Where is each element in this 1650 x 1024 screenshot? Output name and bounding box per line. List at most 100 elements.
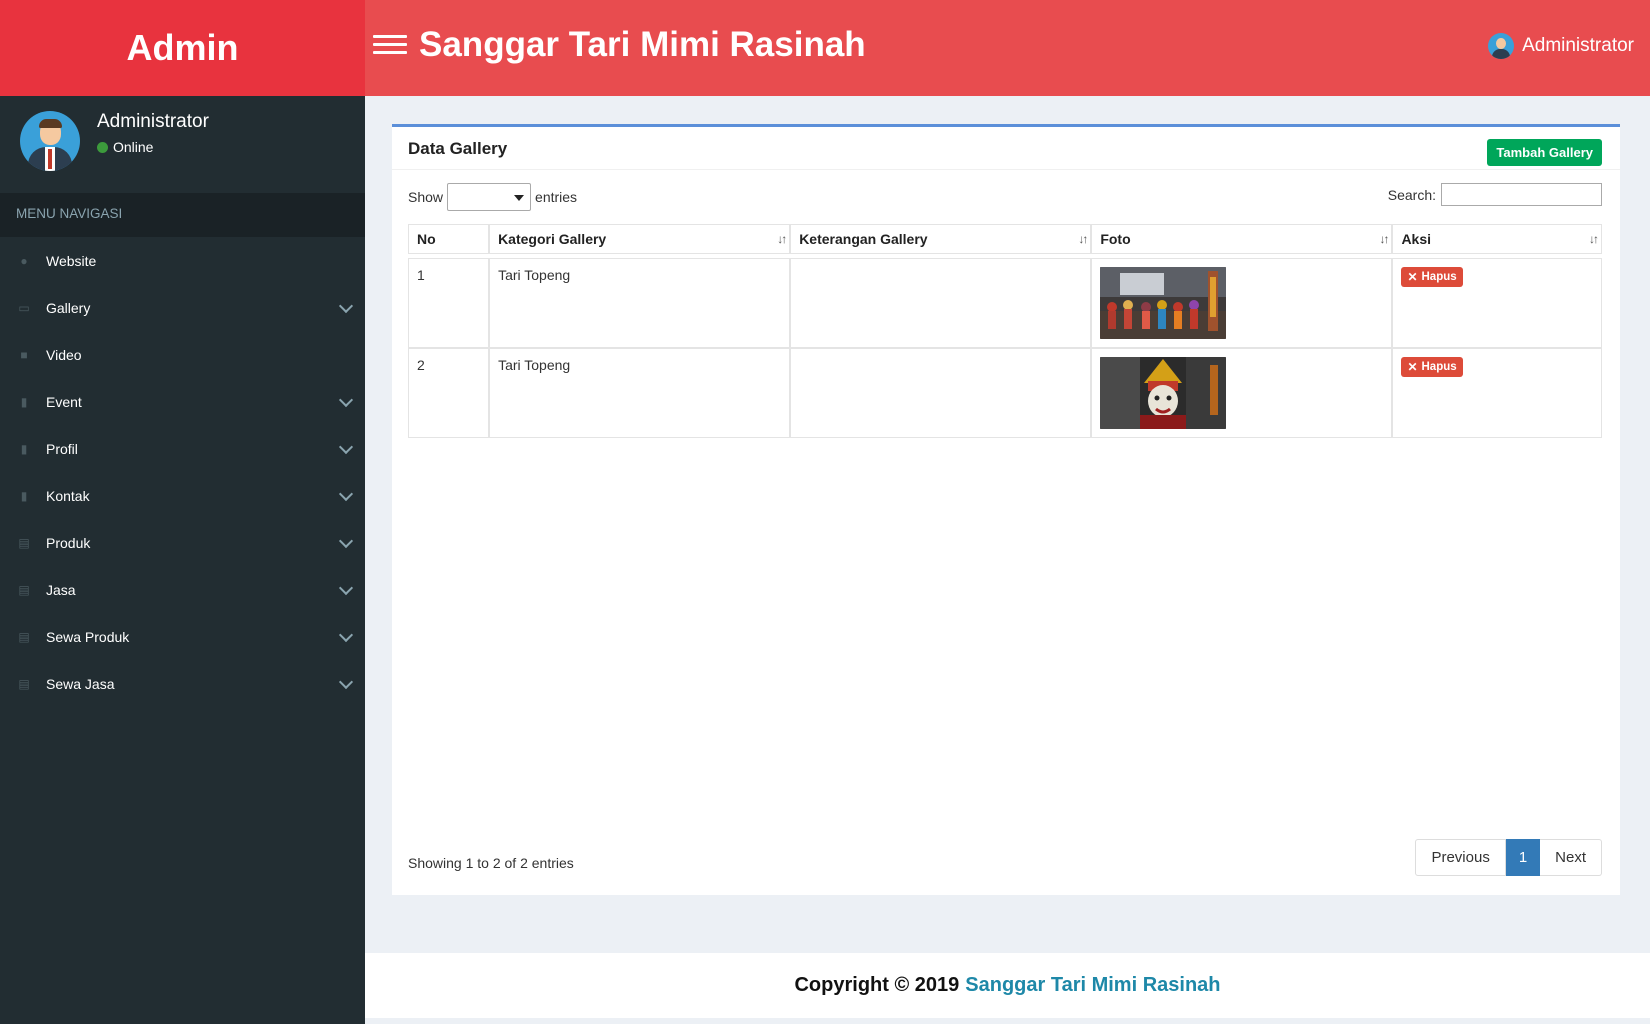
chevron-down-icon	[338, 674, 354, 690]
table-row: 2 Tari Topeng ✕ Hapus	[408, 348, 1602, 438]
table-info: Showing 1 to 2 of 2 entries	[408, 855, 574, 871]
entries-label: entries	[535, 189, 578, 205]
gallery-box: Data Gallery Tambah Gallery Show entries…	[392, 124, 1620, 895]
sort-icon: ↓↑	[1589, 232, 1599, 246]
sidebar-user-name: Administrator	[97, 111, 209, 132]
sidebar-item-sewa-jasa[interactable]: ▤ Sewa Jasa	[0, 660, 365, 707]
sort-icon: ↓↑	[1379, 232, 1389, 246]
avatar	[20, 111, 80, 171]
top-navbar: Sanggar Tari Mimi Rasinah Administrator	[365, 0, 1650, 96]
show-entries: Show entries	[408, 183, 577, 211]
sidebar-item-label: Website	[46, 252, 97, 269]
list-icon: ▤	[18, 676, 30, 691]
column-header-kategori[interactable]: Kategori Gallery ↓↑	[489, 224, 791, 254]
sidebar-item-video[interactable]: ■ Video	[0, 331, 365, 378]
user-menu-name: Administrator	[1522, 35, 1634, 56]
doc-icon: ▮	[20, 441, 28, 456]
sidebar: Administrator Online MENU NAVIGASI ● Webs…	[0, 96, 365, 1024]
footer-link[interactable]: Sanggar Tari Mimi Rasinah	[965, 974, 1220, 997]
sidebar-item-event[interactable]: ▮ Event	[0, 378, 365, 425]
delete-button[interactable]: ✕ Hapus	[1401, 357, 1463, 377]
sidebar-item-label: Sewa Jasa	[46, 675, 115, 692]
search-label: Search:	[1387, 186, 1436, 203]
chevron-down-icon	[338, 486, 354, 502]
chevron-down-icon	[338, 580, 354, 596]
cell-no: 1	[408, 258, 490, 348]
search: Search:	[1388, 183, 1602, 206]
sidebar-item-sewa-produk[interactable]: ▤ Sewa Produk	[0, 613, 365, 660]
doc-icon: ▮	[20, 488, 28, 503]
chevron-down-icon	[338, 533, 354, 549]
globe-icon: ●	[20, 253, 28, 268]
list-icon: ▤	[18, 629, 30, 644]
user-status: Online	[97, 139, 153, 155]
menu-header: MENU NAVIGASI	[0, 193, 365, 237]
user-menu[interactable]: Administrator	[1488, 33, 1634, 59]
sort-icon: ↓↑	[777, 232, 787, 246]
column-header-aksi[interactable]: Aksi ↓↑	[1392, 224, 1602, 254]
delete-button[interactable]: ✕ Hapus	[1401, 267, 1463, 287]
image-icon: ▭	[18, 300, 30, 315]
column-header-foto[interactable]: Foto ↓↑	[1091, 224, 1393, 254]
doc-icon: ▮	[20, 394, 28, 409]
sidebar-item-label: Kontak	[46, 487, 90, 504]
sidebar-item-produk[interactable]: ▤ Produk	[0, 519, 365, 566]
sidebar-item-jasa[interactable]: ▤ Jasa	[0, 566, 365, 613]
sidebar-item-label: Jasa	[46, 581, 76, 598]
column-header-no[interactable]: No	[408, 224, 490, 254]
online-status-icon	[97, 141, 108, 153]
sidebar-item-label: Event	[46, 393, 82, 410]
cell-no: 2	[408, 348, 490, 438]
table-row: 1 Tari Topeng ✕ Hapus	[408, 258, 1602, 348]
cell-kategori: Tari Topeng	[489, 258, 791, 348]
menu-toggle-icon[interactable]	[373, 30, 407, 60]
cell-aksi: ✕ Hapus	[1392, 258, 1602, 348]
next-page-button[interactable]: Next	[1540, 839, 1602, 876]
sidebar-item-profil[interactable]: ▮ Profil	[0, 425, 365, 472]
cell-foto	[1091, 348, 1393, 438]
gallery-photo[interactable]	[1100, 357, 1227, 429]
column-header-keterangan[interactable]: Keterangan Gallery ↓↑	[790, 224, 1092, 254]
close-icon: ✕	[1407, 360, 1418, 374]
show-label: Show	[408, 189, 444, 205]
chevron-down-icon	[338, 439, 354, 455]
search-input[interactable]	[1441, 183, 1602, 206]
app-title: Sanggar Tari Mimi Rasinah	[419, 25, 866, 64]
user-panel: Administrator Online	[0, 96, 365, 193]
cell-keterangan	[790, 258, 1092, 348]
status-label: Online	[113, 139, 154, 155]
sidebar-item-kontak[interactable]: ▮ Kontak	[0, 472, 365, 519]
page-1-button[interactable]: 1	[1505, 839, 1541, 876]
add-gallery-button[interactable]: Tambah Gallery	[1487, 139, 1602, 166]
copyright-text: Copyright © 2019	[794, 974, 960, 996]
gallery-table: No Kategori Gallery ↓↑ Keterangan Gallery…	[408, 224, 1602, 438]
sidebar-item-gallery[interactable]: ▭ Gallery	[0, 284, 365, 331]
box-header: Data Gallery Tambah Gallery	[392, 127, 1620, 170]
sidebar-item-label: Video	[46, 346, 82, 363]
video-icon: ■	[20, 347, 28, 362]
previous-page-button[interactable]: Previous	[1415, 839, 1506, 876]
logo[interactable]: Admin	[0, 0, 365, 96]
close-icon: ✕	[1407, 270, 1418, 284]
sidebar-item-website[interactable]: ● Website	[0, 237, 365, 284]
cell-keterangan	[790, 348, 1092, 438]
list-icon: ▤	[18, 582, 30, 597]
entries-select[interactable]	[447, 183, 532, 211]
sidebar-item-label: Produk	[46, 534, 91, 551]
footer: Copyright © 2019 Sanggar Tari Mimi Rasin…	[365, 953, 1650, 1018]
sidebar-item-label: Profil	[46, 440, 78, 457]
chevron-down-icon	[338, 392, 354, 408]
gallery-photo[interactable]	[1100, 267, 1227, 339]
cell-aksi: ✕ Hapus	[1392, 348, 1602, 438]
list-icon: ▤	[18, 535, 30, 550]
box-title: Data Gallery	[408, 139, 508, 158]
sort-icon: ↓↑	[1078, 232, 1088, 246]
chevron-down-icon	[338, 627, 354, 643]
user-avatar-icon	[1488, 33, 1515, 59]
chevron-down-icon	[338, 298, 354, 314]
sidebar-item-label: Gallery	[46, 299, 91, 316]
sidebar-item-label: Sewa Produk	[46, 628, 130, 645]
pagination: Previous 1 Next	[1415, 839, 1602, 876]
cell-foto	[1091, 258, 1393, 348]
cell-kategori: Tari Topeng	[489, 348, 791, 438]
